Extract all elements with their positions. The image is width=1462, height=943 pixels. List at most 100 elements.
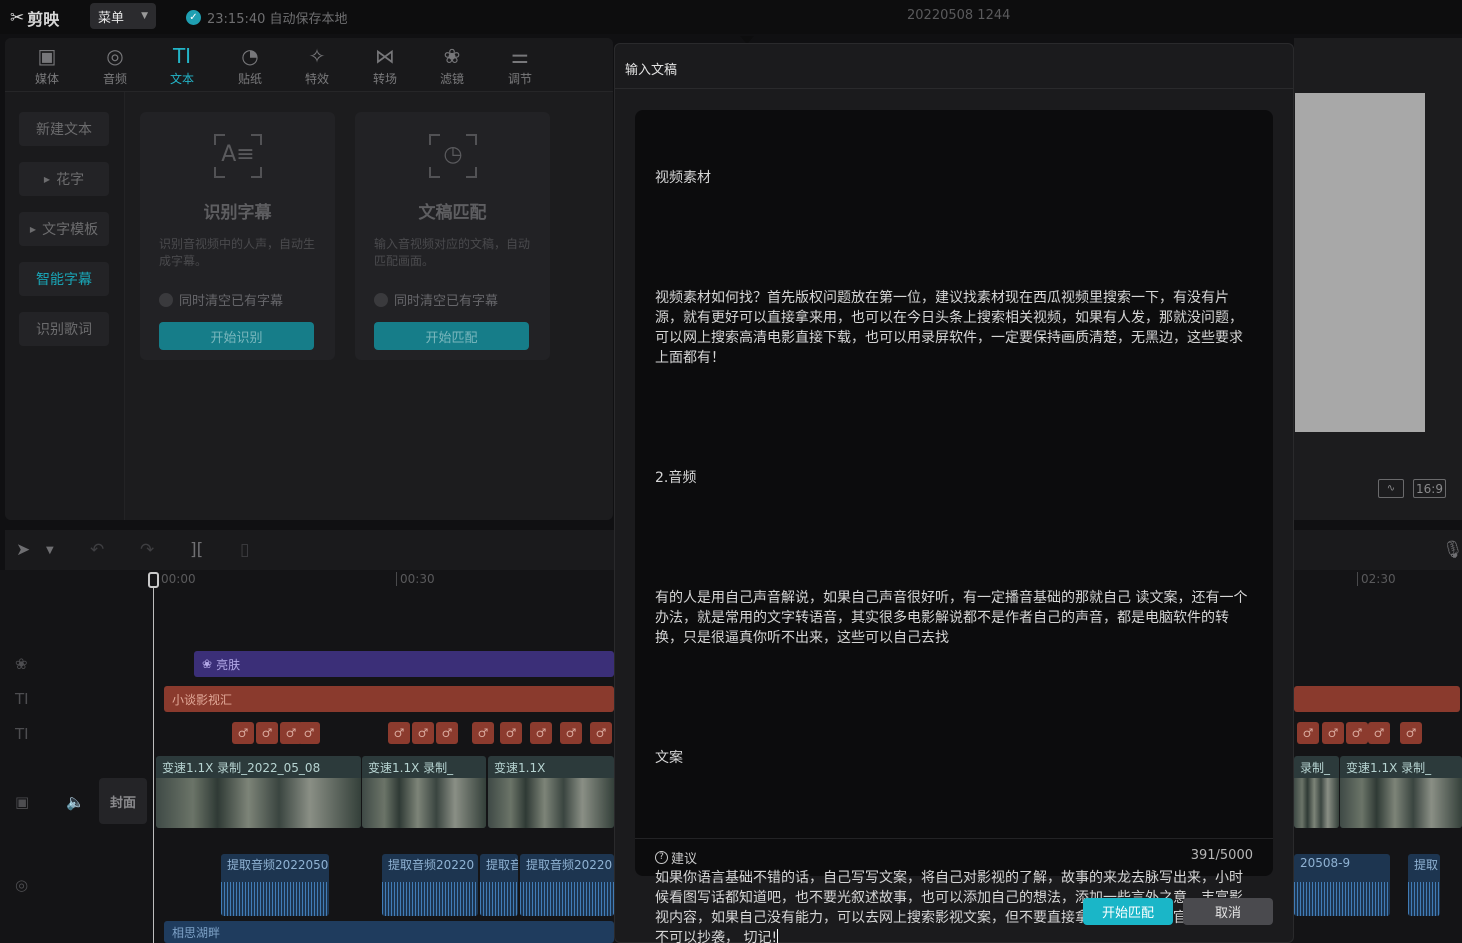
project-name: 20220508 1244 [907,8,1011,23]
caret-right-icon: ▶ [29,224,37,234]
sticker-clip[interactable]: ♂ [1368,722,1390,744]
effects-icon: ✧ [308,44,326,68]
sticker-clip[interactable]: ♂ [560,722,582,744]
filter-icon: ❀ [443,44,461,68]
side-item-lyrics[interactable]: 识别歌词 [19,312,109,346]
sticker-clip[interactable]: ♂ [256,722,278,744]
video-clip[interactable]: 变速1.1X 录制_ [1340,756,1462,828]
music-clip[interactable]: 相思湖畔 [164,921,614,943]
cancel-button[interactable]: 取消 [1183,898,1273,925]
checkbox-icon [159,292,173,307]
microphone-icon[interactable]: 🎙 [1442,540,1462,560]
script-match-card: ◷ 文稿匹配 输入音视频对应的文稿，自动匹配画面。 同时清空已有字幕 开始匹配 [355,112,550,360]
sticker-clip[interactable]: ♂ [436,722,458,744]
category-toolbar: ▣ 媒体 ◎ 音频 TI 文本 ◔ 贴纸 ✧ 特效 ⋈ 转场 ❀ 滤镜 ⚌ 调节 [5,38,613,92]
effect-track-icon: ❀ [15,655,28,673]
side-item-label: 智能字幕 [36,272,92,288]
tab-media[interactable]: ▣ 媒体 [17,42,77,90]
audio-track-icon: ◎ [15,876,29,894]
text-track-icon: TI [15,690,29,708]
sticker-clip[interactable]: ♂ [412,722,434,744]
clip-label: 变速1.1X 录制_2022_05_08 [162,761,321,775]
cover-button[interactable]: 封面 [99,778,147,824]
side-item-smart-captions[interactable]: 智能字幕 [19,262,109,296]
tab-text[interactable]: TI 文本 [152,42,212,90]
aspect-ratio-button[interactable]: 16:9 [1413,479,1446,498]
waveform-icon[interactable]: ∿ [1378,479,1404,498]
tab-sticker[interactable]: ◔ 贴纸 [220,42,280,90]
side-item-text-template[interactable]: ▶ 文字模板 [19,212,109,246]
script-paragraph: 视频素材 [655,170,711,186]
sticker-clip[interactable]: ♂ [1400,722,1422,744]
suggestion-label: 建议 [671,852,698,867]
audio-waveform [382,882,478,916]
sticker-clip[interactable]: ♂ [232,722,254,744]
split-icon[interactable]: ][ [190,540,203,560]
autosave-status: ✓ 23:15:40 自动保存本地 [186,8,348,27]
clip-label: 提取音 [486,858,518,872]
delete-icon[interactable]: ▯ [240,540,249,560]
check-icon: ✓ [186,10,201,25]
audio-clip[interactable]: 20508-9 [1294,854,1390,916]
clear-captions-checkbox[interactable]: 同时清空已有字幕 [159,290,283,309]
audio-clip[interactable]: 提取 [1408,854,1440,916]
sticker-clip[interactable]: ♂ [298,722,320,744]
transition-icon: ⋈ [375,44,395,68]
suggestion-link[interactable]: ? 建议 [655,848,697,867]
clear-captions-checkbox[interactable]: 同时清空已有字幕 [374,290,498,309]
resource-panel: ▣ 媒体 ◎ 音频 TI 文本 ◔ 贴纸 ✧ 特效 ⋈ 转场 ❀ 滤镜 ⚌ 调节 [5,38,613,520]
video-clip[interactable]: 录制_ [1294,756,1339,828]
audio-clip[interactable]: 提取音 [480,854,518,916]
script-text[interactable]: 视频素材 视频素材如何找？首先版权问题放在第一位，建议找素材现在西瓜视频里搜索一… [655,128,1255,943]
sticker-clip[interactable]: ♂ [1297,722,1319,744]
chevron-down-icon[interactable]: ▼ [46,545,54,556]
sticker-clip[interactable]: ♂ [472,722,494,744]
side-item-label: 文字模板 [42,222,99,238]
sticker-clip[interactable]: ♂ [500,722,522,744]
tab-filter[interactable]: ❀ 滤镜 [422,42,482,90]
tab-effects[interactable]: ✧ 特效 [287,42,347,90]
sticker-clip[interactable]: ♂ [1322,722,1344,744]
text-clip[interactable]: 小谈影视汇 [164,686,614,712]
app-name: 剪映 [27,10,60,29]
audio-clip[interactable]: 提取音频20220 [382,854,478,916]
tab-transition[interactable]: ⋈ 转场 [355,42,415,90]
sticker-clip[interactable]: ♂ [530,722,552,744]
playhead-handle[interactable] [148,572,159,588]
clip-label: 变速1.1X [494,761,546,775]
start-match-button[interactable]: 开始匹配 [1083,898,1173,925]
card-title: 文稿匹配 [418,203,487,223]
undo-icon[interactable]: ↶ [90,540,104,560]
video-clip[interactable]: 变速1.1X [488,756,614,828]
redo-icon[interactable]: ↷ [140,540,154,560]
side-item-fancy-text[interactable]: ▶ 花字 [19,162,109,196]
sticker-icon: ◔ [241,44,259,68]
video-track-icon: ▣ [15,793,30,811]
side-item-new-text[interactable]: 新建文本 [19,112,109,146]
video-clip[interactable]: 变速1.1X 录制_2022_05_08 [156,756,361,828]
start-match-card-button[interactable]: 开始匹配 [374,322,529,350]
start-recognize-button[interactable]: 开始识别 [159,322,314,350]
clip-label: 提取音频20220 [526,858,613,872]
app-logo: ✂ 剪映 [10,6,59,30]
effect-clip[interactable]: ❀ 亮肤 [194,651,614,677]
audio-waveform [221,882,329,916]
select-cursor-icon[interactable]: ➤ [16,540,30,560]
video-clip[interactable]: 变速1.1X 录制_ [362,756,486,828]
menu-button[interactable]: 菜单 ▼ [90,3,156,29]
sticker-clip[interactable]: ♂ [590,722,612,744]
script-match-icon: ◷ [427,132,479,180]
audio-clip[interactable]: 提取音频2022050 [221,854,329,916]
tab-audio[interactable]: ◎ 音频 [85,42,145,90]
tab-adjust[interactable]: ⚌ 调节 [490,42,550,90]
clip-label: 相思湖畔 [172,925,221,940]
dialog-title: 输入文稿 [625,63,678,78]
clip-label: 变速1.1X 录制_ [1346,761,1432,775]
text-clip[interactable] [1294,686,1460,712]
sticker-clip[interactable]: ♂ [388,722,410,744]
audio-waveform [520,882,614,916]
sticker-clip[interactable]: ♂ [1346,722,1368,744]
mute-icon[interactable]: 🔈 [66,793,85,811]
audio-clip[interactable]: 提取音频20220 [520,854,614,916]
script-textarea[interactable]: 视频素材 视频素材如何找？首先版权问题放在第一位，建议找素材现在西瓜视频里搜索一… [635,110,1273,943]
